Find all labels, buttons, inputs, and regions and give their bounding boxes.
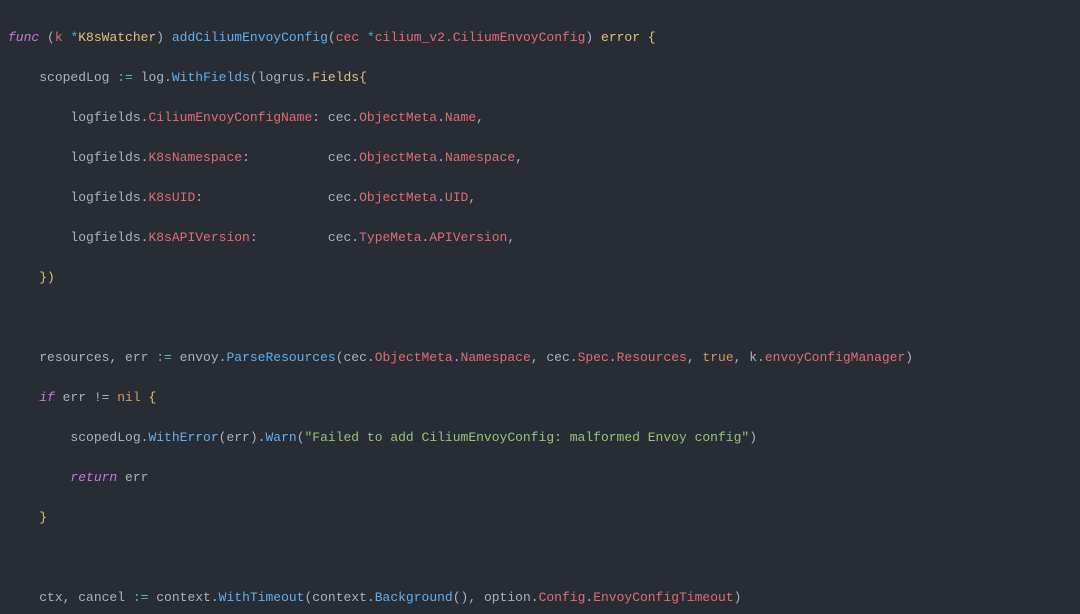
receiver-var: k <box>55 30 71 45</box>
code-line: logfields.K8sNamespace: cec.ObjectMeta.N… <box>0 148 1080 168</box>
code-line: logfields.K8sAPIVersion: cec.TypeMeta.AP… <box>0 228 1080 248</box>
code-line: logfields.K8sUID: cec.ObjectMeta.UID, <box>0 188 1080 208</box>
code-line: return err <box>0 468 1080 488</box>
code-line <box>0 308 1080 328</box>
code-line: } <box>0 508 1080 528</box>
code-line: ctx, cancel := context.WithTimeout(conte… <box>0 588 1080 608</box>
keyword-func: func <box>8 30 39 45</box>
func-name: addCiliumEnvoyConfig <box>172 30 328 45</box>
code-line <box>0 548 1080 568</box>
code-block: func (k *K8sWatcher) addCiliumEnvoyConfi… <box>0 0 1080 614</box>
code-line: }) <box>0 268 1080 288</box>
code-line: resources, err := envoy.ParseResources(c… <box>0 348 1080 368</box>
code-line: scopedLog := log.WithFields(logrus.Field… <box>0 68 1080 88</box>
type-name: K8sWatcher <box>78 30 156 45</box>
code-line: func (k *K8sWatcher) addCiliumEnvoyConfi… <box>0 28 1080 48</box>
code-line: if err != nil { <box>0 388 1080 408</box>
code-line: scopedLog.WithError(err).Warn("Failed to… <box>0 428 1080 448</box>
code-line: logfields.CiliumEnvoyConfigName: cec.Obj… <box>0 108 1080 128</box>
